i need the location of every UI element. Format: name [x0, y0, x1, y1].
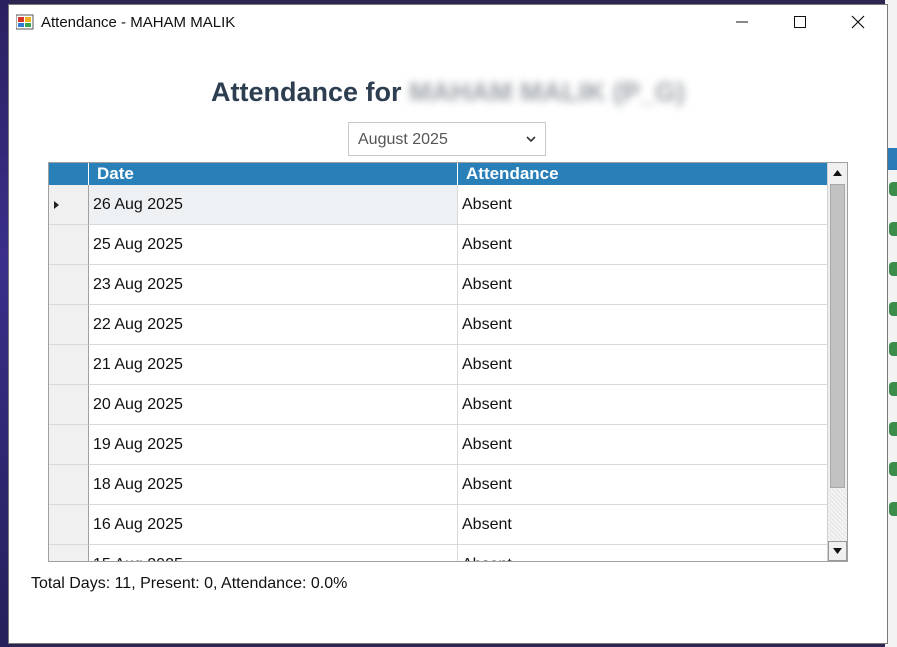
cell-attendance[interactable]: Absent — [458, 265, 827, 305]
background-row-icon — [889, 302, 897, 316]
table-row[interactable]: 19 Aug 2025 Absent — [49, 425, 827, 465]
background-row-icon — [889, 222, 897, 236]
background-row-icon — [889, 382, 897, 396]
cell-date[interactable]: 20 Aug 2025 — [89, 385, 458, 425]
row-header[interactable] — [49, 465, 89, 505]
page-title-prefix: Attendance for — [210, 77, 402, 107]
vertical-scrollbar[interactable] — [827, 163, 847, 561]
close-button[interactable] — [829, 5, 887, 39]
cell-date[interactable]: 22 Aug 2025 — [89, 305, 458, 345]
cell-attendance[interactable]: Absent — [458, 545, 827, 561]
minimize-button[interactable] — [713, 5, 771, 39]
table-row[interactable]: 15 Aug 2025Absent — [49, 545, 827, 561]
attendance-summary: Total Days: 11, Present: 0, Attendance: … — [31, 575, 348, 592]
scroll-down-button[interactable] — [828, 541, 847, 561]
cell-date[interactable]: 21 Aug 2025 — [89, 345, 458, 385]
scrollbar-thumb[interactable] — [830, 184, 845, 488]
cell-attendance[interactable]: Absent — [458, 345, 827, 385]
table-row[interactable]: 23 Aug 2025 Absent — [49, 265, 827, 305]
scrollbar-track[interactable] — [828, 489, 847, 541]
table-row[interactable]: 18 Aug 2025 Absent — [49, 465, 827, 505]
cell-attendance[interactable]: Absent — [458, 305, 827, 345]
grid-header: Date Attendance — [49, 163, 827, 185]
background-row-icon — [889, 502, 897, 516]
title-bar[interactable]: Attendance - MAHAM MALIK — [9, 5, 887, 39]
background-row-icon — [889, 462, 897, 476]
scroll-down-icon — [833, 548, 842, 554]
chevron-down-icon — [526, 136, 536, 143]
table-row[interactable]: 25 Aug 2025 Absent — [49, 225, 827, 265]
table-row[interactable]: 22 Aug 2025 Absent — [49, 305, 827, 345]
table-row[interactable]: 26 Aug 2025 Absent — [49, 185, 827, 225]
cell-date[interactable]: 25 Aug 2025 — [89, 225, 458, 265]
row-header[interactable] — [49, 185, 89, 225]
maximize-button[interactable] — [771, 5, 829, 39]
table-row[interactable]: 21 Aug 2025 Absent — [49, 345, 827, 385]
cell-attendance[interactable]: Absent — [458, 225, 827, 265]
background-row-icon — [889, 262, 897, 276]
table-row[interactable]: 20 Aug 2025 Absent — [49, 385, 827, 425]
row-header[interactable] — [49, 385, 89, 425]
cell-attendance[interactable]: Absent — [458, 465, 827, 505]
column-header-attendance[interactable]: Attendance — [458, 163, 827, 185]
row-header[interactable] — [49, 305, 89, 345]
month-dropdown-value: August 2025 — [358, 131, 448, 148]
background-row-icon — [889, 182, 897, 196]
cell-attendance[interactable]: Absent — [458, 185, 827, 225]
cell-date[interactable]: 19 Aug 2025 — [89, 425, 458, 465]
cell-date[interactable]: 23 Aug 2025 — [89, 265, 458, 305]
cell-date[interactable]: 18 Aug 2025 — [89, 465, 458, 505]
row-header[interactable] — [49, 505, 89, 545]
row-selector-arrow-icon — [54, 201, 59, 209]
background-row-icon — [889, 422, 897, 436]
close-icon — [851, 15, 865, 29]
window-title: Attendance - MAHAM MALIK — [41, 14, 236, 31]
background-header-strip — [888, 148, 897, 170]
attendance-app-icon — [16, 14, 34, 30]
cell-date[interactable]: 16 Aug 2025 — [89, 505, 458, 545]
month-dropdown[interactable]: August 2025 — [348, 122, 546, 156]
cell-date[interactable]: 15 Aug 2025 — [89, 545, 458, 561]
background-row-icon — [889, 342, 897, 356]
attendance-window: Attendance - MAHAM MALIK Attendance for … — [8, 4, 888, 644]
minimize-icon — [736, 21, 748, 23]
row-header[interactable] — [49, 425, 89, 465]
scroll-up-button[interactable] — [828, 163, 847, 183]
cell-attendance[interactable]: Absent — [458, 425, 827, 465]
grid-corner-header[interactable] — [49, 163, 89, 185]
column-header-date[interactable]: Date — [89, 163, 458, 185]
student-name: MAHAM MALIK (P_G) — [409, 77, 686, 107]
cell-attendance[interactable]: Absent — [458, 505, 827, 545]
row-header[interactable] — [49, 225, 89, 265]
maximize-icon — [794, 16, 806, 28]
page-title: Attendance for MAHAM MALIK (P_G) — [9, 77, 887, 108]
grid-rows: 26 Aug 2025 Absent 25 Aug 2025 Absent 23 Aug… — [49, 185, 827, 561]
attendance-grid[interactable]: Date Attendance 26 Aug 2025 Absent 25 Aug … — [48, 162, 848, 562]
table-row[interactable]: 16 Aug 2025 Absent — [49, 505, 827, 545]
cell-date[interactable]: 26 Aug 2025 — [89, 185, 458, 225]
row-header[interactable] — [49, 345, 89, 385]
row-header[interactable] — [49, 265, 89, 305]
cell-attendance[interactable]: Absent — [458, 385, 827, 425]
scroll-up-icon — [833, 170, 842, 176]
row-header[interactable] — [49, 545, 89, 561]
